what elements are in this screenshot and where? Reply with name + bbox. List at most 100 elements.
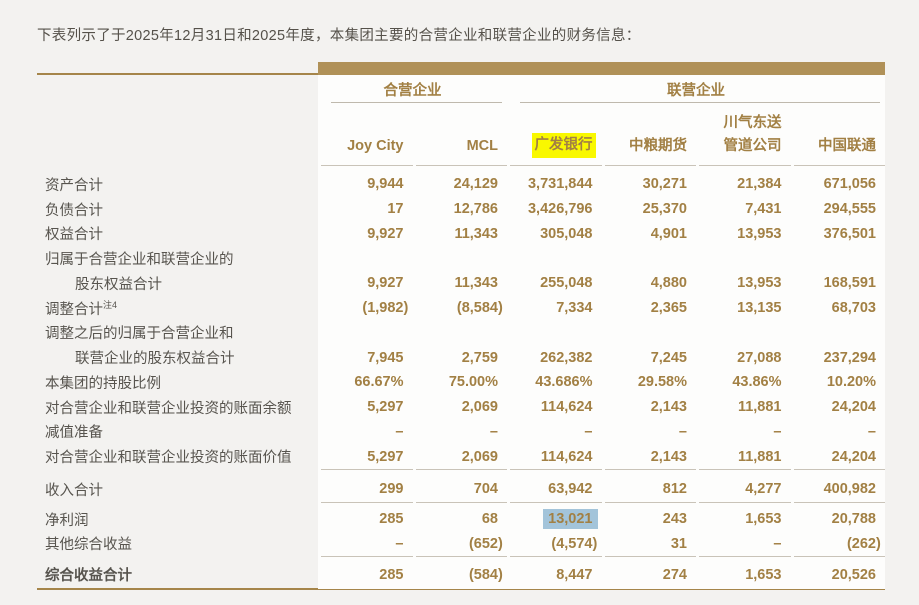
hanging-paren: ) xyxy=(593,536,598,552)
column-header-label: 中粮期货 xyxy=(629,135,687,158)
cell-value: 168,591 xyxy=(824,275,876,291)
cell-value: – xyxy=(679,424,687,440)
blue-highlight: 13,021 xyxy=(543,509,597,529)
table-row: 对合营企业和联营企业投资的账面余额5,2972,069114,6242,1431… xyxy=(37,395,885,420)
table-row: 综合收益合计285(584)8,4472741,65320,526 xyxy=(37,562,885,587)
table-cell: 812 xyxy=(602,481,697,497)
table-cell: 68,703 xyxy=(791,300,886,316)
cell-value: 12,786 xyxy=(454,201,498,217)
table-cell: 114,624 xyxy=(507,399,602,415)
table-cell: 7,245 xyxy=(602,350,697,366)
table-cell: 21,384 xyxy=(696,176,791,192)
cell-value: (1,982) xyxy=(362,300,403,316)
column-header-row: Joy CityMCL广发银行中粮期货川气东送管道公司中国联通 xyxy=(37,103,885,166)
table-cell: 9,927 xyxy=(318,226,413,242)
rule-segment xyxy=(413,469,508,470)
cell-value: 43.86% xyxy=(732,374,781,390)
cell-value: 114,624 xyxy=(541,399,593,415)
rule-segment xyxy=(507,502,602,503)
cell-value: 3,731,844 xyxy=(528,176,593,192)
table-cell: 29.58% xyxy=(602,374,697,390)
table-cell: 24,204 xyxy=(791,449,886,465)
table-cell: 704 xyxy=(413,481,508,497)
cell-value: 11,881 xyxy=(738,399,782,415)
rule-segment xyxy=(507,469,602,470)
table-cell: 66.67% xyxy=(318,374,413,390)
table-cell: 43.86% xyxy=(696,374,791,390)
cell-value: 24,204 xyxy=(832,449,876,465)
table-cell: 11,881 xyxy=(696,449,791,465)
cell-value: 13,135 xyxy=(737,300,781,316)
cell-value: 237,294 xyxy=(824,350,876,366)
cell-value: 13,953 xyxy=(737,275,781,291)
cell-value: 376,501 xyxy=(824,226,876,242)
cell-value: 66.67% xyxy=(354,374,403,390)
cell-value: 75.00% xyxy=(449,374,498,390)
table-cell: 4,277 xyxy=(696,481,791,497)
table-cell: – xyxy=(696,424,791,440)
table-cell: 7,334 xyxy=(507,300,602,316)
table-cell: 63,942 xyxy=(507,481,602,497)
column-header-6: 中国联通 xyxy=(791,103,886,166)
table-row: 联营企业的股东权益合计7,9452,759262,3827,24527,0882… xyxy=(37,345,885,370)
row-label: 其他综合收益 xyxy=(37,533,318,554)
table-row: 本集团的持股比例66.67%75.00%43.686%29.58%43.86%1… xyxy=(37,370,885,395)
table-cell: 43.686% xyxy=(507,374,602,390)
cell-value: 27,088 xyxy=(737,350,781,366)
table-cell: – xyxy=(413,424,508,440)
table-row: 对合营企业和联营企业投资的账面价值5,2972,069114,6242,1431… xyxy=(37,444,885,469)
cell-value: 2,143 xyxy=(651,399,687,415)
cell-value: 20,526 xyxy=(832,567,876,583)
table-cell: 13,953 xyxy=(696,226,791,242)
table-cell: – xyxy=(602,424,697,440)
table-cell: 285 xyxy=(318,511,413,527)
table-cell: 27,088 xyxy=(696,350,791,366)
table-cell: (584) xyxy=(413,567,508,583)
table-cell: 11,343 xyxy=(413,275,508,291)
cell-value: 30,271 xyxy=(643,176,687,192)
cell-value: 262,382 xyxy=(540,350,592,366)
column-header-label: 川气东送 xyxy=(724,112,782,135)
hanging-paren: ) xyxy=(498,536,503,552)
table-cell: 31 xyxy=(602,536,697,552)
table-cell: 30,271 xyxy=(602,176,697,192)
cell-value: 68,703 xyxy=(832,300,876,316)
table-cell: 75.00% xyxy=(413,374,508,390)
table-row: 资产合计9,94424,1293,731,84430,27121,384671,… xyxy=(37,172,885,197)
group-header-joint-ventures: 合营企业 xyxy=(318,75,507,103)
table-cell: 305,048 xyxy=(507,226,602,242)
table-cell: – xyxy=(696,536,791,552)
cell-value: 305,048 xyxy=(540,226,592,242)
cell-value: 11,343 xyxy=(454,275,498,291)
label-column-top-line xyxy=(37,62,318,75)
rule-segment xyxy=(413,556,508,557)
table-cell: – xyxy=(318,424,413,440)
row-label: 归属于合营企业和联营企业的 xyxy=(37,248,318,269)
table-cell: 1,653 xyxy=(696,511,791,527)
row-label: 减值准备 xyxy=(37,421,318,442)
cell-value: 274 xyxy=(663,567,687,583)
cell-value: (4,574) xyxy=(551,536,592,552)
table-cell: 3,426,796 xyxy=(507,201,602,217)
financial-info-table: 合营企业 联营企业 Joy CityMCL广发银行中粮期货川气东送管道公司中国联… xyxy=(37,62,885,590)
cell-value: 24,204 xyxy=(832,399,876,415)
table-body: 资产合计9,94424,1293,731,84430,27121,384671,… xyxy=(37,166,885,587)
cell-value: 43.686% xyxy=(535,374,592,390)
table-cell: 12,786 xyxy=(413,201,508,217)
hanging-paren: ) xyxy=(404,300,409,316)
table-cell: 24,204 xyxy=(791,399,886,415)
row-label: 本集团的持股比例 xyxy=(37,372,318,393)
column-header-3: 广发银行 xyxy=(507,103,602,166)
cell-value: – xyxy=(395,536,403,552)
rule-segment xyxy=(413,502,508,503)
cell-value: 5,297 xyxy=(367,449,403,465)
cell-value: 255,048 xyxy=(540,275,592,291)
intro-text: 下表列示了于2025年12月31日和2025年度，本集团主要的合营企业和联营企业… xyxy=(37,24,641,45)
table-cell: (4,574) xyxy=(507,536,602,552)
row-label: 收入合计 xyxy=(37,479,318,500)
group-header-row: 合营企业 联营企业 xyxy=(37,75,885,103)
table-cell: 11,881 xyxy=(696,399,791,415)
cell-value: 114,624 xyxy=(541,449,593,465)
table-cell: 13,953 xyxy=(696,275,791,291)
cell-value: 21,384 xyxy=(737,176,781,192)
